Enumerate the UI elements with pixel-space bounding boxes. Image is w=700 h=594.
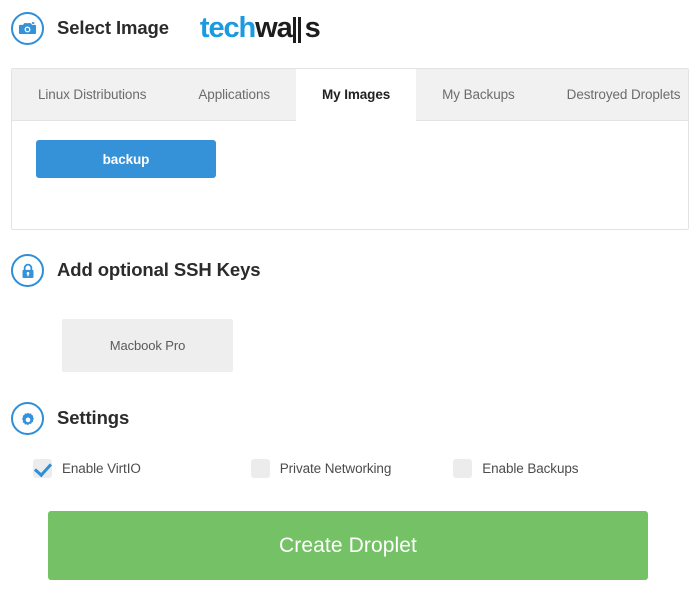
- checkbox-private-networking[interactable]: Private Networking: [250, 459, 392, 478]
- settings-title: Settings: [57, 407, 130, 429]
- checkbox-label: Enable VirtIO: [62, 461, 141, 476]
- camera-icon: [11, 12, 44, 45]
- checkbox-label: Enable Backups: [482, 461, 579, 476]
- ssh-keys-heading: Add optional SSH Keys: [11, 254, 261, 287]
- checkbox-enable-backups[interactable]: Enable Backups: [453, 459, 579, 478]
- settings-options: Enable VirtIO Private Networking Enable …: [33, 459, 579, 478]
- droplet-create-page: Select Image tech wa s Linux Distributions…: [0, 0, 700, 594]
- tab-my-backups[interactable]: My Backups: [416, 69, 541, 120]
- tab-label: My Backups: [442, 87, 515, 102]
- gear-icon: [11, 402, 44, 435]
- checkbox-enable-virtio[interactable]: Enable VirtIO: [33, 459, 141, 478]
- select-image-heading: Select Image: [11, 12, 169, 45]
- logo-text-tail: s: [304, 12, 321, 44]
- tab-my-images[interactable]: My Images: [296, 69, 417, 121]
- checkbox-box[interactable]: [250, 459, 270, 478]
- logo-bars-icon: [292, 16, 304, 43]
- create-droplet-button[interactable]: Create Droplet: [48, 511, 648, 580]
- checkbox-label: Private Networking: [279, 461, 392, 476]
- checkbox-box[interactable]: [453, 459, 473, 478]
- ssh-key-macbook-pro[interactable]: Macbook Pro: [62, 319, 233, 372]
- image-selector: Linux Distributions Applications My Imag…: [11, 68, 689, 230]
- lock-icon: [11, 254, 44, 287]
- tab-label: Destroyed Droplets: [566, 87, 681, 102]
- tab-label: Linux Distributions: [38, 87, 147, 102]
- image-tab-panel: backup: [11, 120, 689, 230]
- image-option-backup[interactable]: backup: [36, 140, 216, 178]
- tab-applications[interactable]: Applications: [172, 69, 296, 120]
- ssh-key-label: Macbook Pro: [109, 338, 186, 353]
- select-image-header: Select Image tech wa s: [11, 12, 321, 45]
- tab-linux-distributions[interactable]: Linux Distributions: [12, 69, 172, 120]
- tab-destroyed-droplets[interactable]: Destroyed Droplets: [541, 69, 700, 120]
- ssh-keys-title: Add optional SSH Keys: [57, 259, 261, 281]
- techwalls-logo: tech wa s: [199, 12, 321, 44]
- settings-heading: Settings: [11, 402, 129, 435]
- image-tab-bar: Linux Distributions Applications My Imag…: [11, 68, 689, 121]
- checkbox-box[interactable]: [33, 459, 52, 478]
- tab-label: My Images: [322, 87, 391, 102]
- logo-text-dark: wa: [255, 12, 293, 44]
- select-image-title: Select Image: [57, 17, 169, 39]
- tab-label: Applications: [198, 87, 270, 102]
- logo-text-blue: tech: [199, 12, 256, 44]
